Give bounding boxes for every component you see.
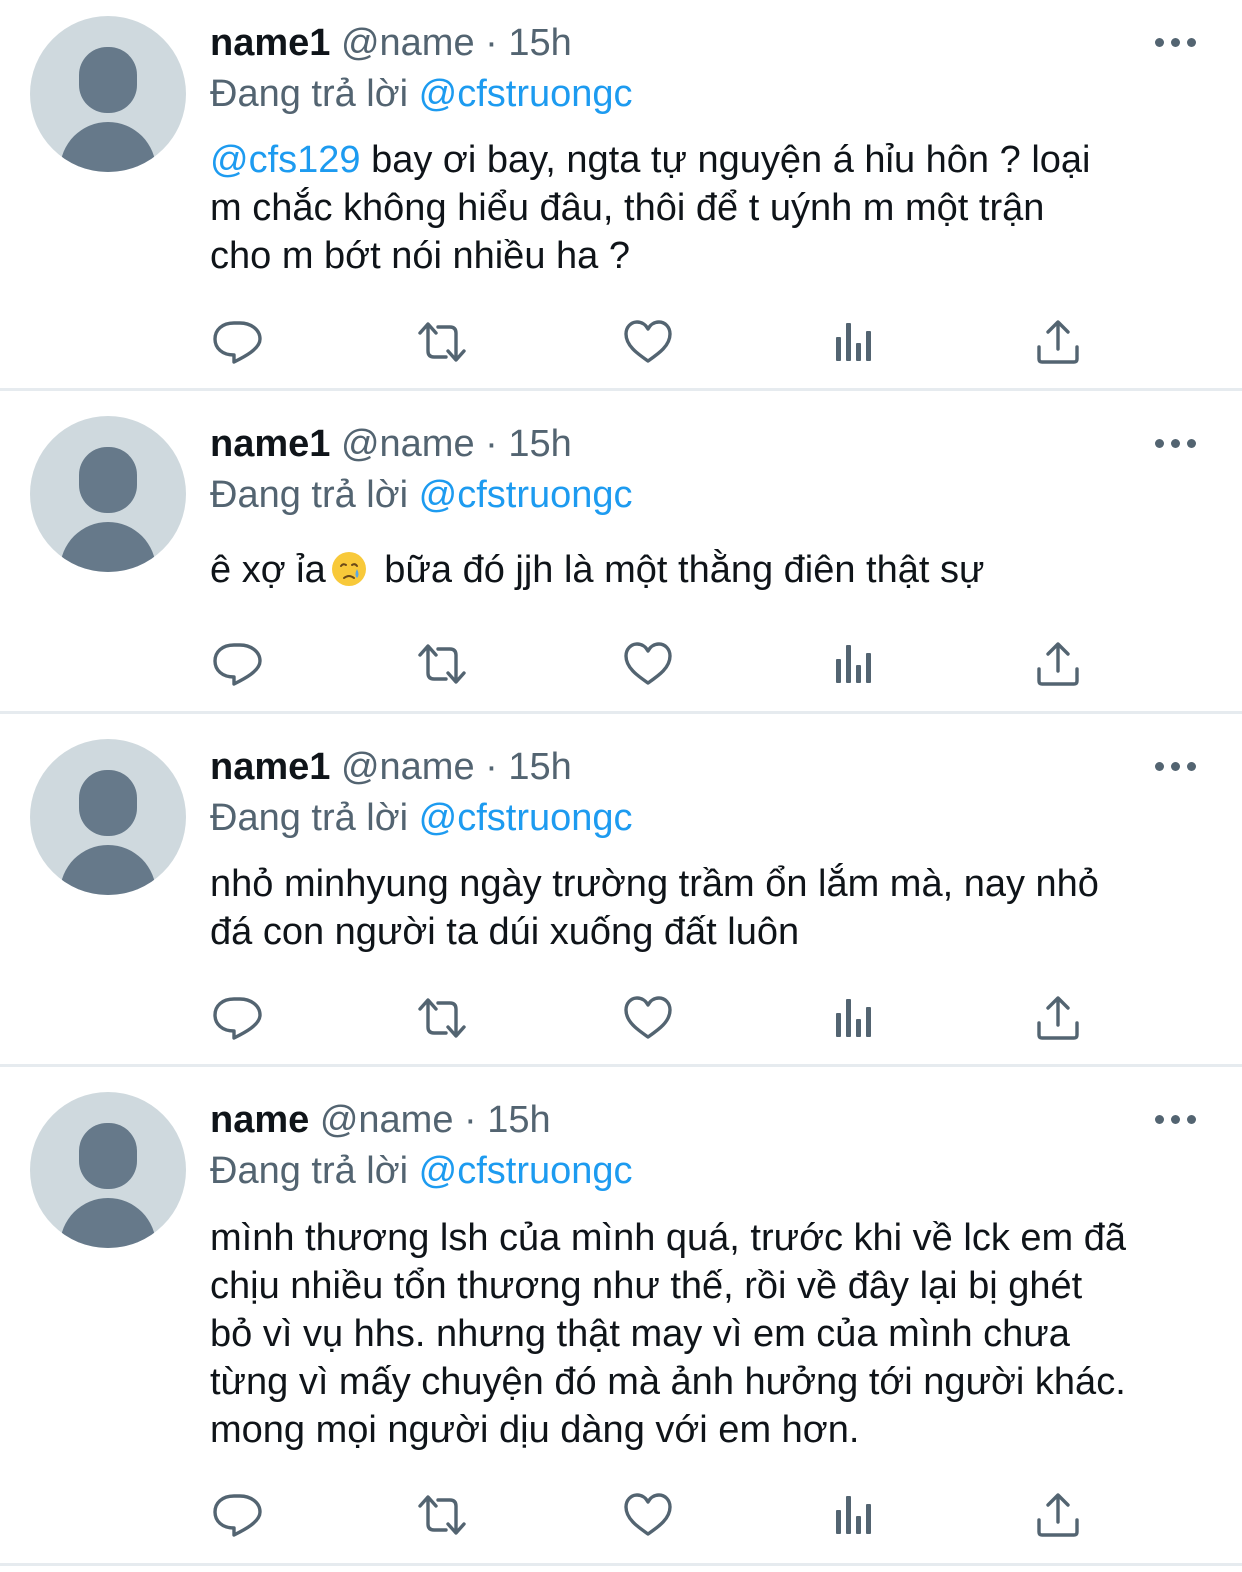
- tweet-body: ê xợ ỉa: [210, 549, 326, 591]
- share-icon[interactable]: [1030, 317, 1086, 367]
- retweet-icon[interactable]: [414, 993, 470, 1043]
- tweet-body: mình thương lsh của mình quá, trước khi …: [210, 1217, 1126, 1451]
- more-options-icon[interactable]: [1155, 1113, 1197, 1125]
- avatar-body-shape: [60, 845, 156, 895]
- display-name[interactable]: name1: [210, 423, 330, 465]
- action-bar: [210, 317, 1110, 367]
- replying-to-mention[interactable]: @cfstruongc: [419, 797, 633, 839]
- reply-icon[interactable]: [210, 317, 266, 367]
- tweet-text: mình thương lsh của mình quá, trước khi …: [210, 1214, 1210, 1454]
- reply-icon[interactable]: [210, 639, 266, 689]
- display-name[interactable]: name: [210, 1099, 309, 1141]
- timestamp[interactable]: 15h: [487, 1099, 550, 1141]
- retweet-icon[interactable]: [414, 639, 470, 689]
- avatar-body-shape: [60, 522, 156, 572]
- more-options-icon[interactable]: [1155, 760, 1197, 772]
- analytics-icon[interactable]: [826, 639, 882, 689]
- separator: ·: [474, 22, 509, 64]
- replying-label: Đang trả lời: [210, 797, 419, 839]
- avatar[interactable]: [30, 739, 186, 895]
- tweet[interactable]: name1 @name · 15h Đang trả lời @cfstruon…: [0, 391, 1242, 713]
- avatar-head-shape: [79, 47, 137, 113]
- share-icon[interactable]: [1030, 639, 1086, 689]
- handle[interactable]: @name: [341, 423, 475, 465]
- crying-face-icon: [331, 552, 366, 586]
- handle[interactable]: @name: [341, 746, 475, 788]
- tweet-header: name @name · 15h: [210, 1097, 551, 1143]
- handle[interactable]: @name: [320, 1099, 454, 1141]
- replying-label: Đang trả lời: [210, 73, 419, 115]
- more-options-icon[interactable]: [1155, 36, 1197, 48]
- action-bar: [210, 639, 1110, 689]
- avatar-head-shape: [79, 1123, 137, 1189]
- avatar-body-shape: [60, 1198, 156, 1248]
- tweet-text: ê xợ ỉa bữa đó jjh là một thằng điên thậ…: [210, 546, 1210, 594]
- handle[interactable]: @name: [341, 22, 475, 64]
- like-icon[interactable]: [620, 317, 676, 367]
- like-icon[interactable]: [620, 639, 676, 689]
- analytics-icon[interactable]: [826, 993, 882, 1043]
- avatar-body-shape: [60, 122, 156, 172]
- replying-to: Đang trả lời @cfstruongc: [210, 1148, 633, 1194]
- replying-to: Đang trả lời @cfstruongc: [210, 795, 633, 841]
- replying-label: Đang trả lời: [210, 1150, 419, 1192]
- more-options-icon[interactable]: [1155, 437, 1197, 449]
- replying-to: Đang trả lời @cfstruongc: [210, 71, 633, 117]
- avatar[interactable]: [30, 416, 186, 572]
- timestamp[interactable]: 15h: [508, 423, 571, 465]
- replying-label: Đang trả lời: [210, 474, 419, 516]
- avatar-head-shape: [79, 447, 137, 513]
- tweet[interactable]: name @name · 15h Đang trả lời @cfstruong…: [0, 1067, 1242, 1565]
- timestamp[interactable]: 15h: [508, 22, 571, 64]
- reply-icon[interactable]: [210, 993, 266, 1043]
- action-bar: [210, 1490, 1110, 1540]
- tweet-header: name1 @name · 15h: [210, 421, 572, 467]
- tweet[interactable]: name1 @name · 15h Đang trả lời @cfstruon…: [0, 0, 1242, 390]
- replying-to-mention[interactable]: @cfstruongc: [419, 73, 633, 115]
- tweet-body: nhỏ minhyung ngày trường trầm ổn lắm mà,…: [210, 863, 1099, 953]
- avatar[interactable]: [30, 16, 186, 172]
- tweet-text: nhỏ minhyung ngày trường trầm ổn lắm mà,…: [210, 860, 1210, 956]
- replying-to-mention[interactable]: @cfstruongc: [419, 1150, 633, 1192]
- divider: [0, 1563, 1242, 1566]
- tweet-mention[interactable]: @cfs129: [210, 139, 361, 181]
- analytics-icon[interactable]: [826, 1490, 882, 1540]
- action-bar: [210, 993, 1110, 1043]
- tweet-header: name1 @name · 15h: [210, 744, 572, 790]
- replying-to: Đang trả lời @cfstruongc: [210, 472, 633, 518]
- retweet-icon[interactable]: [414, 317, 470, 367]
- like-icon[interactable]: [620, 1490, 676, 1540]
- tweet[interactable]: name1 @name · 15h Đang trả lời @cfstruon…: [0, 714, 1242, 1066]
- retweet-icon[interactable]: [414, 1490, 470, 1540]
- display-name[interactable]: name1: [210, 22, 330, 64]
- display-name[interactable]: name1: [210, 746, 330, 788]
- separator: ·: [474, 423, 509, 465]
- analytics-icon[interactable]: [826, 317, 882, 367]
- like-icon[interactable]: [620, 993, 676, 1043]
- reply-icon[interactable]: [210, 1490, 266, 1540]
- share-icon[interactable]: [1030, 993, 1086, 1043]
- avatar-head-shape: [79, 770, 137, 836]
- avatar[interactable]: [30, 1092, 186, 1248]
- replying-to-mention[interactable]: @cfstruongc: [419, 474, 633, 516]
- tweet-body-continued: bữa đó jjh là một thằng điên thật sự: [373, 549, 985, 591]
- share-icon[interactable]: [1030, 1490, 1086, 1540]
- tweet-header: name1 @name · 15h: [210, 20, 572, 66]
- tweet-text: @cfs129 bay ơi bay, ngta tự nguyện á hỉu…: [210, 136, 1210, 280]
- timestamp[interactable]: 15h: [508, 746, 571, 788]
- separator: ·: [453, 1099, 488, 1141]
- separator: ·: [474, 746, 509, 788]
